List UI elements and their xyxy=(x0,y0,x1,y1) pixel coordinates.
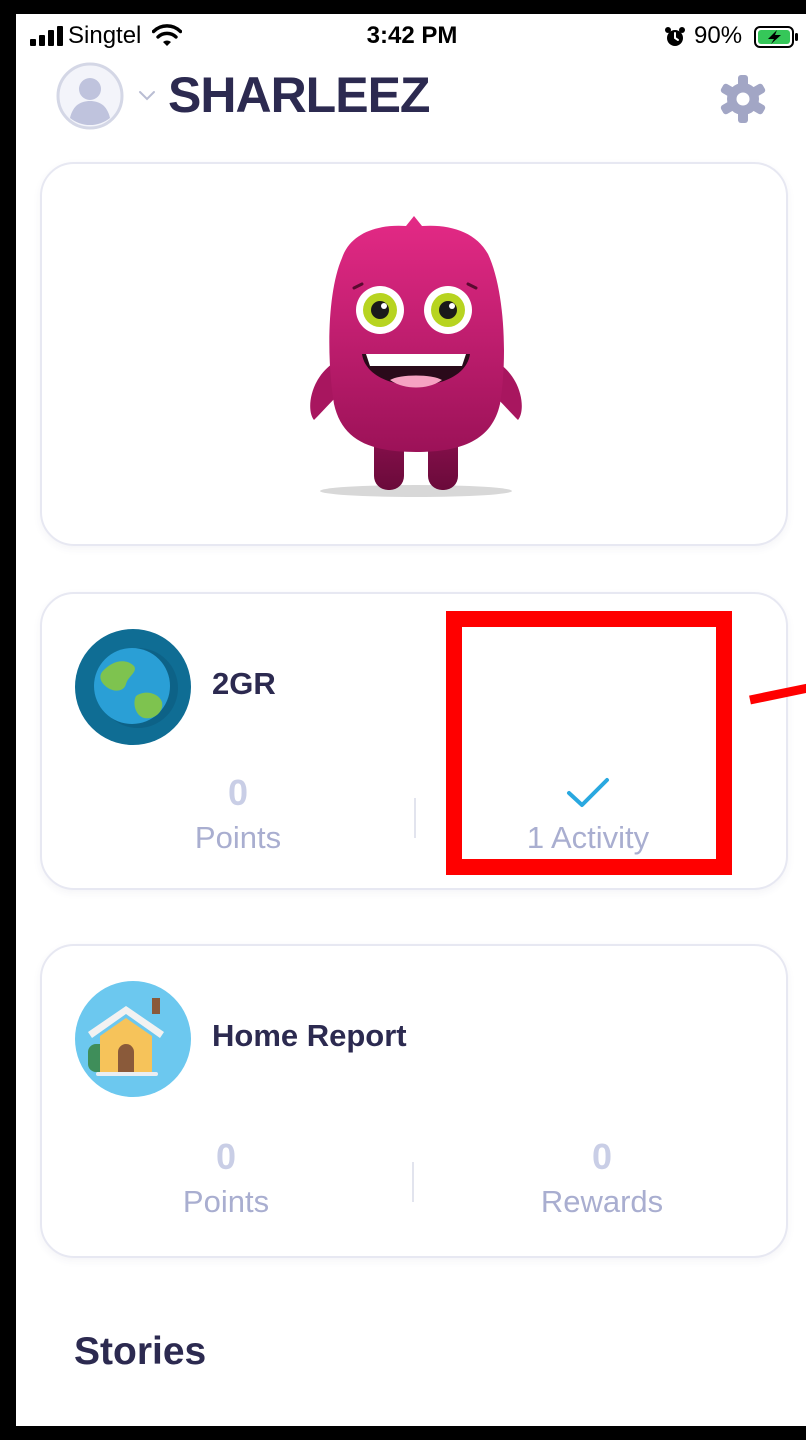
stat-divider xyxy=(414,798,416,838)
class-points-label: Points xyxy=(194,820,282,855)
home-points-value: 0 xyxy=(215,1136,237,1177)
gear-icon[interactable] xyxy=(716,72,770,126)
class-name: 2GR xyxy=(212,666,276,701)
wifi-icon xyxy=(152,24,182,46)
annotation-highlight-box xyxy=(446,611,732,875)
home-report-card[interactable]: Home Report 0 Points 0 Rewards xyxy=(40,944,788,1258)
house-icon xyxy=(75,981,191,1097)
stories-heading: Stories xyxy=(74,1330,207,1373)
chevron-down-icon[interactable] xyxy=(138,88,156,102)
avatar-icon[interactable] xyxy=(56,62,124,130)
app-screen: Singtel 3:42 PM 90% SHARLEEZ 2GR 0 Point… xyxy=(16,14,806,1426)
home-rewards-value: 0 xyxy=(591,1136,613,1177)
annotation-arrow xyxy=(749,683,806,705)
carrier-name: Singtel xyxy=(68,22,142,49)
status-bar: Singtel 3:42 PM 90% xyxy=(16,14,806,60)
alarm-icon xyxy=(665,27,685,46)
class-points-value: 0 xyxy=(227,772,249,813)
home-rewards-label: Rewards xyxy=(540,1184,664,1219)
pink-monster-avatar xyxy=(310,216,522,497)
battery-charging-icon xyxy=(754,26,798,48)
signal-icon xyxy=(30,26,63,46)
status-time: 3:42 PM xyxy=(366,22,458,49)
battery-percent: 90% xyxy=(694,22,743,49)
home-points-label: Points xyxy=(182,1184,270,1219)
monster-card[interactable] xyxy=(40,162,788,546)
student-name: SHARLEEZ xyxy=(168,67,430,123)
stat-divider xyxy=(412,1162,414,1202)
home-report-title: Home Report xyxy=(212,1018,407,1053)
globe-icon xyxy=(75,629,191,745)
